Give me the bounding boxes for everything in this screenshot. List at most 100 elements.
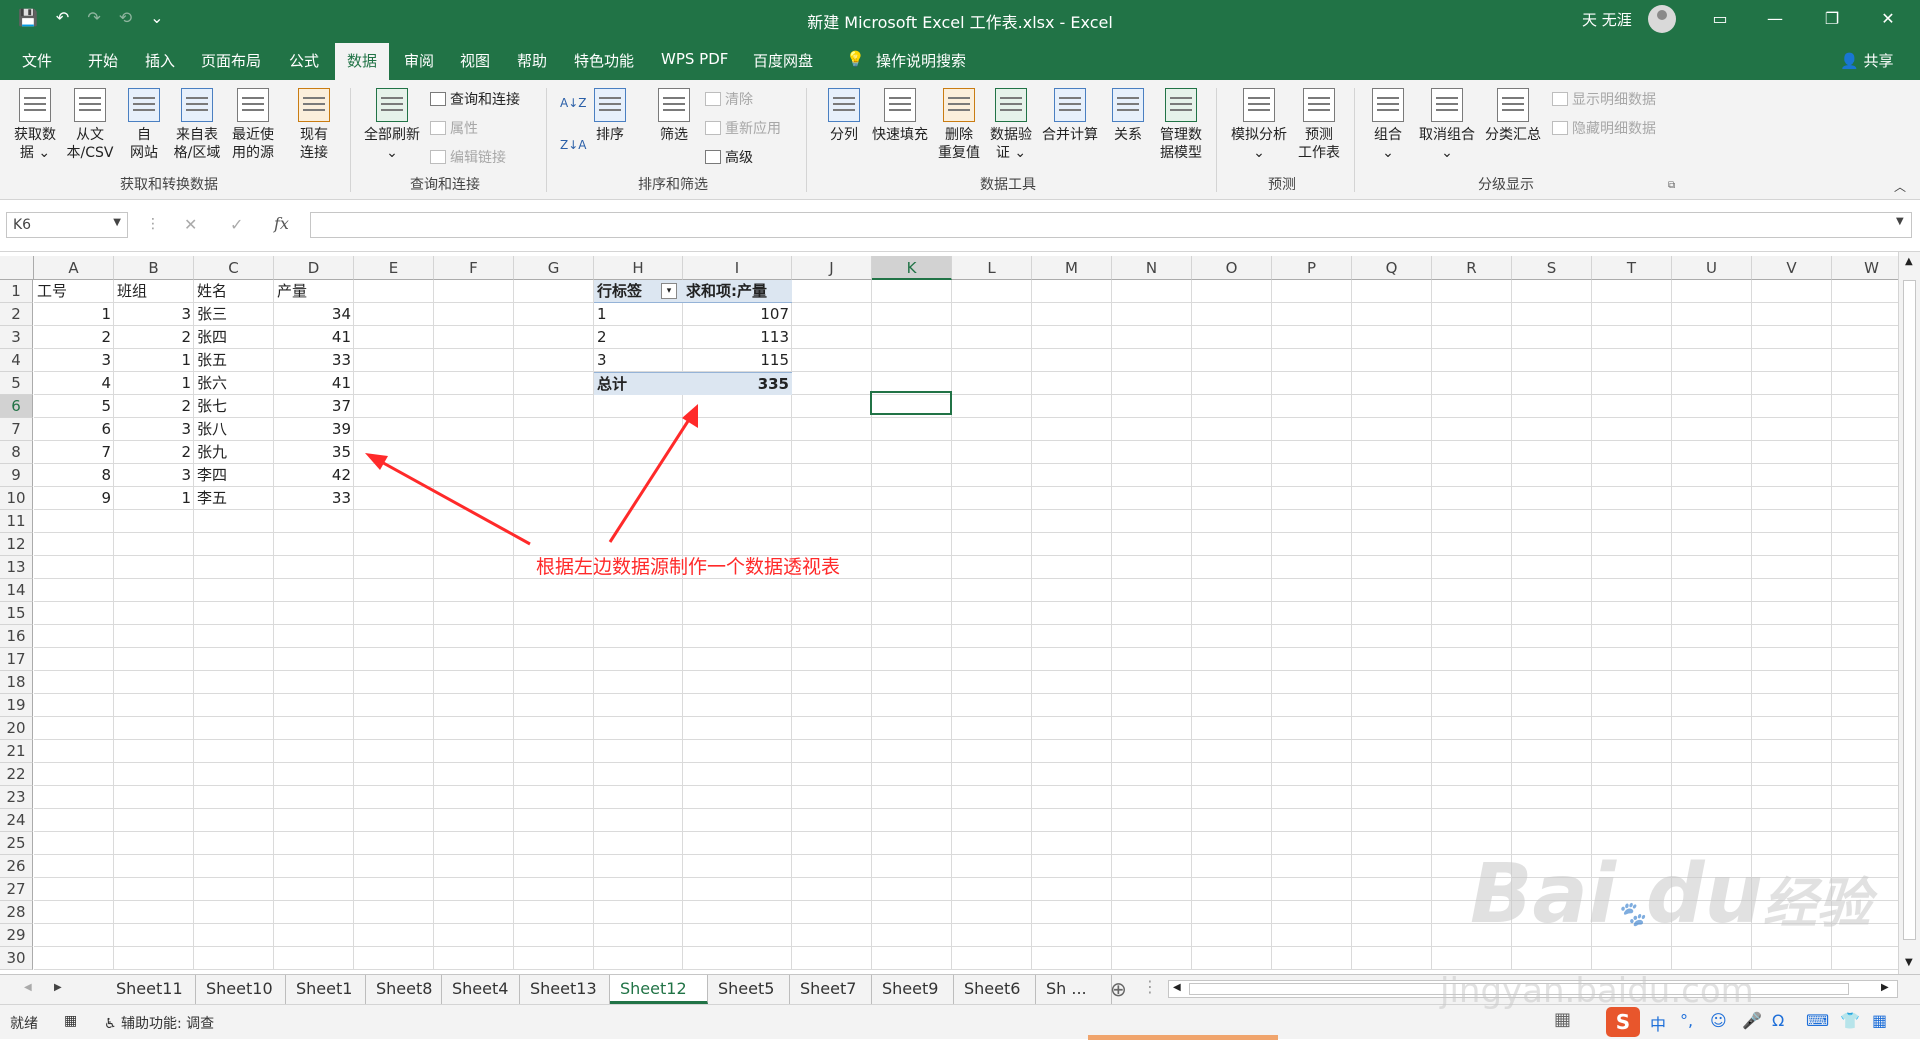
close-icon[interactable]: ✕ <box>1868 6 1908 32</box>
tab-baidu-netdisk[interactable]: 百度网盘 <box>753 50 813 71</box>
sheet-tab-sheet1[interactable]: Sheet1 <box>286 975 366 1004</box>
normal-view-icon[interactable]: ▦ <box>1554 1009 1571 1030</box>
sheet-tab-sheet10[interactable]: Sheet10 <box>196 975 286 1004</box>
add-sheet-icon[interactable]: ⊕ <box>1110 977 1127 1001</box>
flash-fill-button[interactable]: 快速填充 <box>868 88 932 144</box>
properties-button[interactable]: 属性 <box>430 118 478 138</box>
sheet-tab-sheet7[interactable]: Sheet7 <box>790 975 872 1004</box>
queries-connections-button[interactable]: 查询和连接 <box>430 89 520 109</box>
tab-help[interactable]: 帮助 <box>517 50 547 71</box>
tab-file[interactable]: 文件 <box>22 50 52 71</box>
consolidate-button[interactable]: 合并计算 <box>1038 88 1102 144</box>
tab-home[interactable]: 开始 <box>88 50 118 71</box>
show-detail-button[interactable]: 显示明细数据 <box>1552 89 1656 109</box>
tab-special-features[interactable]: 特色功能 <box>574 50 634 71</box>
cancel-icon[interactable]: ✕ <box>184 215 197 234</box>
ribbon-display-options-icon[interactable]: ▭ <box>1700 6 1740 32</box>
from-table-button[interactable]: 来自表 格/区域 <box>170 88 224 162</box>
manage-data-model-button[interactable]: 管理数 据模型 <box>1154 88 1208 162</box>
accessibility-status[interactable]: ♿ 辅助功能: 调查 <box>104 1013 214 1033</box>
name-box-dropdown-icon[interactable]: ▼ <box>113 217 121 228</box>
collapse-ribbon-icon[interactable]: ︿ <box>1894 178 1906 195</box>
tab-data[interactable]: 数据 <box>335 43 390 80</box>
sheet-tab-sheet8[interactable]: Sheet8 <box>366 975 442 1004</box>
ime-keyboard-icon[interactable]: ⌨ <box>1806 1011 1829 1030</box>
relationships-icon <box>1112 88 1144 122</box>
next-sheet-icon[interactable]: ▶ <box>54 982 62 993</box>
sheet-tab-sheet4[interactable]: Sheet4 <box>442 975 520 1004</box>
lightbulb-icon[interactable]: 💡 <box>846 50 865 68</box>
refresh-all-button[interactable]: 全部刷新 ⌄ <box>360 88 424 162</box>
from-web-button[interactable]: 自 网站 <box>122 88 166 162</box>
ungroup-button[interactable]: 取消组合 ⌄ <box>1414 88 1480 162</box>
formula-input[interactable] <box>310 212 1912 238</box>
tab-review[interactable]: 审阅 <box>404 50 434 71</box>
share-button[interactable]: 👤 共享 <box>1840 50 1893 71</box>
advanced-filter-button[interactable]: 高级 <box>705 147 753 167</box>
scroll-left-icon[interactable]: ◀ <box>1173 982 1181 993</box>
filter-button[interactable]: 筛选 <box>654 88 694 144</box>
sheet-tab-sheet12[interactable]: Sheet12 <box>610 975 708 1004</box>
sheet-tab-sheet9[interactable]: Sheet9 <box>872 975 954 1004</box>
enter-icon[interactable]: ✓ <box>230 215 243 234</box>
sheet-tab-sheet5[interactable]: Sheet5 <box>708 975 790 1004</box>
sort-button[interactable]: 排序 <box>590 88 630 144</box>
hide-detail-button[interactable]: 隐藏明细数据 <box>1552 118 1656 138</box>
get-data-button[interactable]: 获取数 据 ⌄ <box>10 88 60 162</box>
ime-punctuation-icon[interactable]: °, <box>1680 1011 1693 1030</box>
subtotal-button[interactable]: 分类汇总 <box>1482 88 1544 144</box>
data-validation-button[interactable]: 数据验 证 ⌄ <box>986 88 1036 162</box>
tab-formulas[interactable]: 公式 <box>289 50 319 71</box>
ime-skin-icon[interactable]: 👕 <box>1840 1011 1860 1030</box>
restore-icon[interactable]: ❐ <box>1812 6 1852 32</box>
reapply-button[interactable]: 重新应用 <box>705 118 781 138</box>
tab-split-icon[interactable]: ⋮ <box>1142 977 1158 996</box>
tell-me-search[interactable]: 操作说明搜索 <box>876 50 966 71</box>
ime-voice-icon[interactable]: 🎤 <box>1742 1011 1762 1030</box>
recent-sources-button[interactable]: 最近使 用的源 <box>226 88 280 162</box>
vertical-scroll-thumb[interactable] <box>1903 280 1916 940</box>
sogou-ime-icon[interactable]: S <box>1606 1007 1640 1037</box>
avatar[interactable] <box>1648 5 1676 33</box>
worksheet-grid[interactable]: ABCDEFGHIJKLMNOPQRSTUVW 1 2 3 4 5 6 7 8 9 10 11 12 1… <box>0 252 1898 972</box>
outline-dialog-launcher-icon[interactable]: ⧉ <box>1668 180 1675 191</box>
sort-ascending-icon[interactable]: A↓Z <box>560 96 586 110</box>
sheet-tab-sheet6[interactable]: Sheet6 <box>954 975 1036 1004</box>
from-csv-button[interactable]: 从文 本/CSV <box>62 88 118 162</box>
sheet-tab-sheet11[interactable]: Sheet11 <box>106 975 196 1004</box>
prev-sheet-icon[interactable]: ◀ <box>24 982 32 993</box>
macro-record-icon[interactable]: ▦ <box>64 1013 77 1029</box>
group-button[interactable]: 组合 ⌄ <box>1366 88 1410 162</box>
tab-view[interactable]: 视图 <box>460 50 490 71</box>
insert-function-icon[interactable]: fx <box>274 214 289 233</box>
name-box[interactable]: K6 ▼ <box>6 212 128 238</box>
sheet-tab-sh[interactable]: Sh ... <box>1036 975 1112 1004</box>
more-options-icon[interactable]: ⋮ <box>146 216 160 232</box>
tab-page-layout[interactable]: 页面布局 <box>201 50 261 71</box>
text-to-columns-button[interactable]: 分列 <box>822 88 866 144</box>
user-name[interactable]: 天 无涯 <box>1582 9 1632 30</box>
vertical-scrollbar[interactable]: ▲ ▼ <box>1898 252 1920 974</box>
expand-formula-bar-icon[interactable]: ▼ <box>1896 216 1904 227</box>
ime-toolbox-icon[interactable]: ▦ <box>1872 1011 1887 1030</box>
what-if-label: 模拟分析 <box>1231 127 1287 143</box>
clear-filter-button[interactable]: 清除 <box>705 89 753 109</box>
forecast-sheet-button[interactable]: 预测 工作表 <box>1294 88 1344 162</box>
minimize-icon[interactable]: — <box>1755 6 1795 32</box>
sort-descending-icon[interactable]: Z↓A <box>560 138 586 152</box>
sheet-tab-sheet13[interactable]: Sheet13 <box>520 975 610 1004</box>
scroll-down-icon[interactable]: ▼ <box>1905 957 1913 968</box>
ime-emoji-icon[interactable]: ☺ <box>1710 1011 1727 1030</box>
tab-wps-pdf[interactable]: WPS PDF <box>661 50 728 68</box>
annotation-text: 根据左边数据源制作一个数据透视表 <box>536 556 841 578</box>
edit-links-button[interactable]: 编辑链接 <box>430 147 506 167</box>
what-if-analysis-button[interactable]: 模拟分析 ⌄ <box>1226 88 1292 162</box>
relationships-button[interactable]: 关系 <box>1106 88 1150 144</box>
ime-mode[interactable]: 中 <box>1650 1011 1666 1035</box>
scroll-right-icon[interactable]: ▶ <box>1881 982 1889 993</box>
ime-handwrite-icon[interactable]: Ω <box>1772 1011 1784 1030</box>
existing-connections-button[interactable]: 现有 连接 <box>292 88 336 162</box>
scroll-up-icon[interactable]: ▲ <box>1905 256 1913 267</box>
tab-insert[interactable]: 插入 <box>145 50 175 71</box>
remove-duplicates-button[interactable]: 删除 重复值 <box>934 88 984 162</box>
